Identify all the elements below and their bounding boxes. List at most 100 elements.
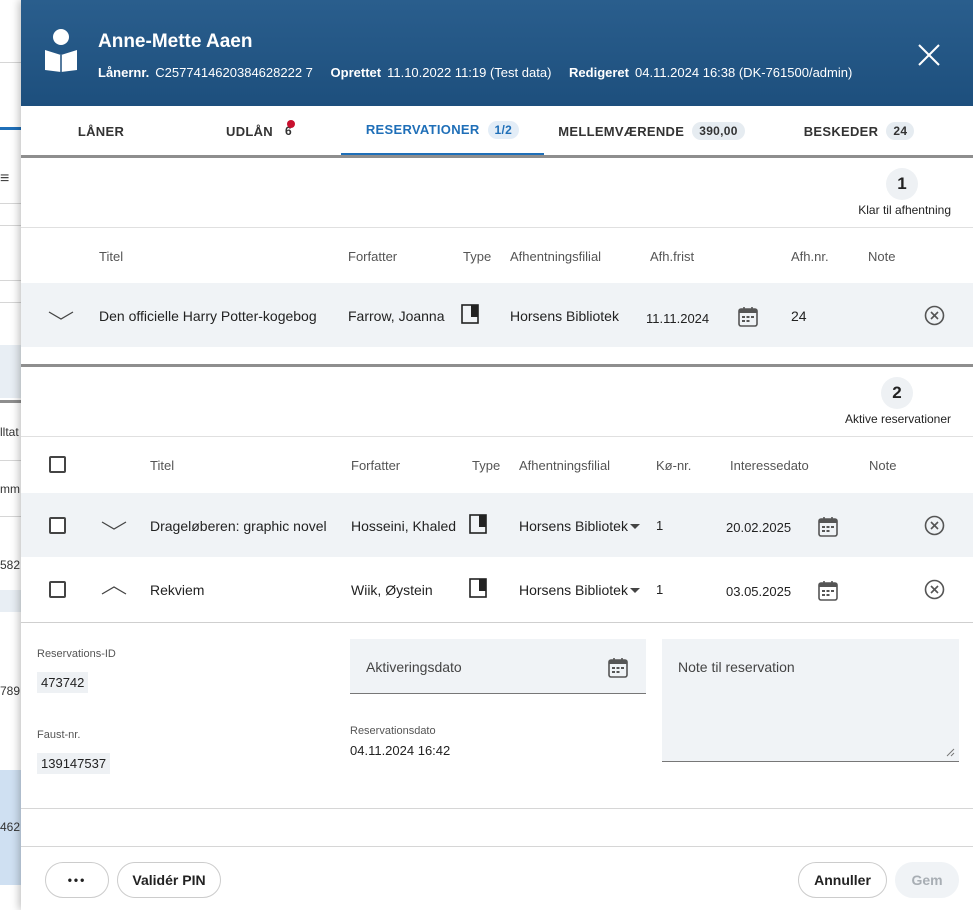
book-icon [469, 514, 487, 534]
book-icon [461, 304, 479, 324]
tab-label: BESKEDER [803, 123, 879, 139]
row-checkbox[interactable] [49, 581, 66, 598]
col-forfatter: Forfatter [348, 249, 398, 264]
notification-dot [286, 120, 295, 128]
col-type: Type [472, 458, 501, 473]
oprettet-label: Oprettet [330, 65, 382, 80]
patron-header: Anne-Mette Aaen Lånernr. C257741462038462… [21, 0, 973, 106]
background-page: ≡ lltat mm 582 789 462 [0, 0, 22, 910]
redigeret-label: Redigeret [569, 65, 629, 80]
col-afhentningsfilial: Afhentningsfilial [519, 458, 611, 473]
tab-label: MELLEMVÆRENDE [558, 123, 685, 139]
oprettet-value: 11.10.2022 11:19 (Test data) [387, 65, 552, 80]
reservationsdato-value: 04.11.2024 16:42 [350, 743, 451, 758]
patron-meta: Lånernr. C2577414620384628222 7 Oprettet 1… [98, 65, 866, 80]
section-number: 2 [881, 377, 913, 409]
cancel-circle-icon[interactable] [924, 305, 945, 326]
chevron-down-icon[interactable] [101, 520, 127, 532]
calendar-icon[interactable] [818, 516, 838, 537]
cancel-button[interactable]: Annuller [798, 862, 887, 898]
col-note: Note [868, 249, 896, 264]
row-titel: Den officielle Harry Potter-kogebog [99, 308, 317, 324]
reservations-id-label: Reservations-ID [37, 648, 116, 660]
book-icon [469, 578, 487, 598]
tab-badge: 6 [281, 120, 296, 140]
laanernr-label: Lånernr. [98, 65, 150, 80]
dropdown-arrow-icon[interactable] [630, 524, 640, 529]
col-afhnr: Afh.nr. [791, 249, 829, 264]
tab-beskeder[interactable]: BESKEDER 24 [759, 106, 959, 156]
row-forfatter: Wiik, Øystein [351, 582, 433, 598]
section-label: Klar til afhentning [858, 203, 951, 217]
chevron-down-icon[interactable] [48, 310, 74, 322]
cancel-circle-icon[interactable] [924, 515, 945, 536]
aktiveringsdato-placeholder: Aktiveringsdato [366, 659, 462, 675]
validate-pin-button[interactable]: Validér PIN [117, 862, 221, 898]
calendar-icon[interactable] [738, 306, 758, 327]
row-forfatter: Hosseini, Khaled [351, 518, 457, 534]
row-checkbox[interactable] [49, 517, 66, 534]
branch-select[interactable]: Horsens Bibliotek [519, 518, 628, 534]
col-koenr: Kø-nr. [656, 458, 692, 473]
row-frist: 11.11.2024 [646, 311, 710, 326]
tab-label: RESERVATIONER [365, 122, 480, 137]
faust-label: Faust-nr. [37, 729, 81, 741]
note-placeholder: Note til reservation [678, 659, 795, 675]
section-divider [21, 364, 973, 367]
patron-dialog: Anne-Mette Aaen Lånernr. C257741462038462… [21, 0, 973, 910]
chevron-up-icon[interactable] [101, 584, 127, 596]
col-afhentningsfilial: Afhentningsfilial [510, 249, 602, 264]
tab-reservationer[interactable]: RESERVATIONER 1/2 [341, 106, 544, 156]
calendar-icon[interactable] [818, 580, 838, 601]
laanernr-value: C2577414620384628222 7 [155, 65, 313, 80]
patron-name: Anne-Mette Aaen [98, 31, 253, 52]
resize-handle-icon[interactable] [945, 747, 955, 757]
col-note: Note [869, 458, 897, 473]
row-koenr: 1 [656, 582, 664, 597]
tab-badge: 24 [886, 122, 915, 140]
save-button[interactable]: Gem [895, 862, 959, 898]
redigeret-value: 04.11.2024 16:38 (DK-761500/admin) [635, 65, 853, 80]
col-titel: Titel [99, 249, 124, 264]
bg-text: 582 [0, 558, 21, 572]
section-divider [21, 155, 973, 158]
tab-label: LÅNER [77, 123, 125, 139]
tab-label: UDLÅN [226, 123, 273, 139]
reader-icon [45, 29, 77, 72]
select-all-checkbox[interactable] [49, 456, 66, 473]
tab-bar: LÅNER UDLÅN 6 RESERVATIONER 1/2 MELLEMVÆ… [21, 106, 973, 156]
bg-text: 789 [0, 684, 21, 698]
note-textarea[interactable]: Note til reservation [662, 639, 959, 762]
col-interessedato: Interessedato [730, 458, 809, 473]
col-afhfrist: Afh.frist [650, 249, 695, 264]
tab-mellemvaerende[interactable]: MELLEMVÆRENDE 390,00 [544, 106, 759, 156]
row-filial: Horsens Bibliotek [510, 308, 619, 324]
col-forfatter: Forfatter [351, 458, 401, 473]
tab-udlaan[interactable]: UDLÅN 6 [181, 106, 341, 156]
reservations-id-value: 473742 [37, 672, 89, 693]
section-label: Aktive reservationer [844, 412, 951, 426]
bg-text: mm [0, 482, 20, 496]
row-interessedato: 20.02.2025 [726, 520, 792, 535]
row-koenr: 1 [656, 518, 664, 533]
reservationsdato-label: Reservationsdato [350, 725, 436, 737]
cancel-circle-icon[interactable] [924, 579, 945, 600]
col-type: Type [463, 249, 492, 264]
section-number: 1 [886, 168, 918, 200]
col-titel: Titel [150, 458, 175, 473]
row-afhnr: 24 [791, 308, 807, 324]
tab-badge: 390,00 [692, 122, 745, 140]
aktiveringsdato-field[interactable]: Aktiveringsdato [350, 639, 646, 694]
close-icon[interactable] [914, 40, 944, 70]
dropdown-arrow-icon[interactable] [630, 588, 640, 593]
calendar-icon[interactable] [608, 657, 628, 678]
row-titel: Rekviem [150, 582, 205, 598]
tab-badge: 1/2 [487, 120, 520, 139]
row-titel: Drageløberen: graphic novel [150, 518, 327, 534]
branch-select[interactable]: Horsens Bibliotek [519, 582, 628, 598]
tab-laaner[interactable]: LÅNER [21, 106, 181, 156]
faust-value: 139147537 [37, 753, 111, 774]
more-button[interactable]: ••• [45, 862, 109, 898]
bg-text: lltat [0, 425, 19, 439]
bg-text: 462 [0, 820, 21, 834]
